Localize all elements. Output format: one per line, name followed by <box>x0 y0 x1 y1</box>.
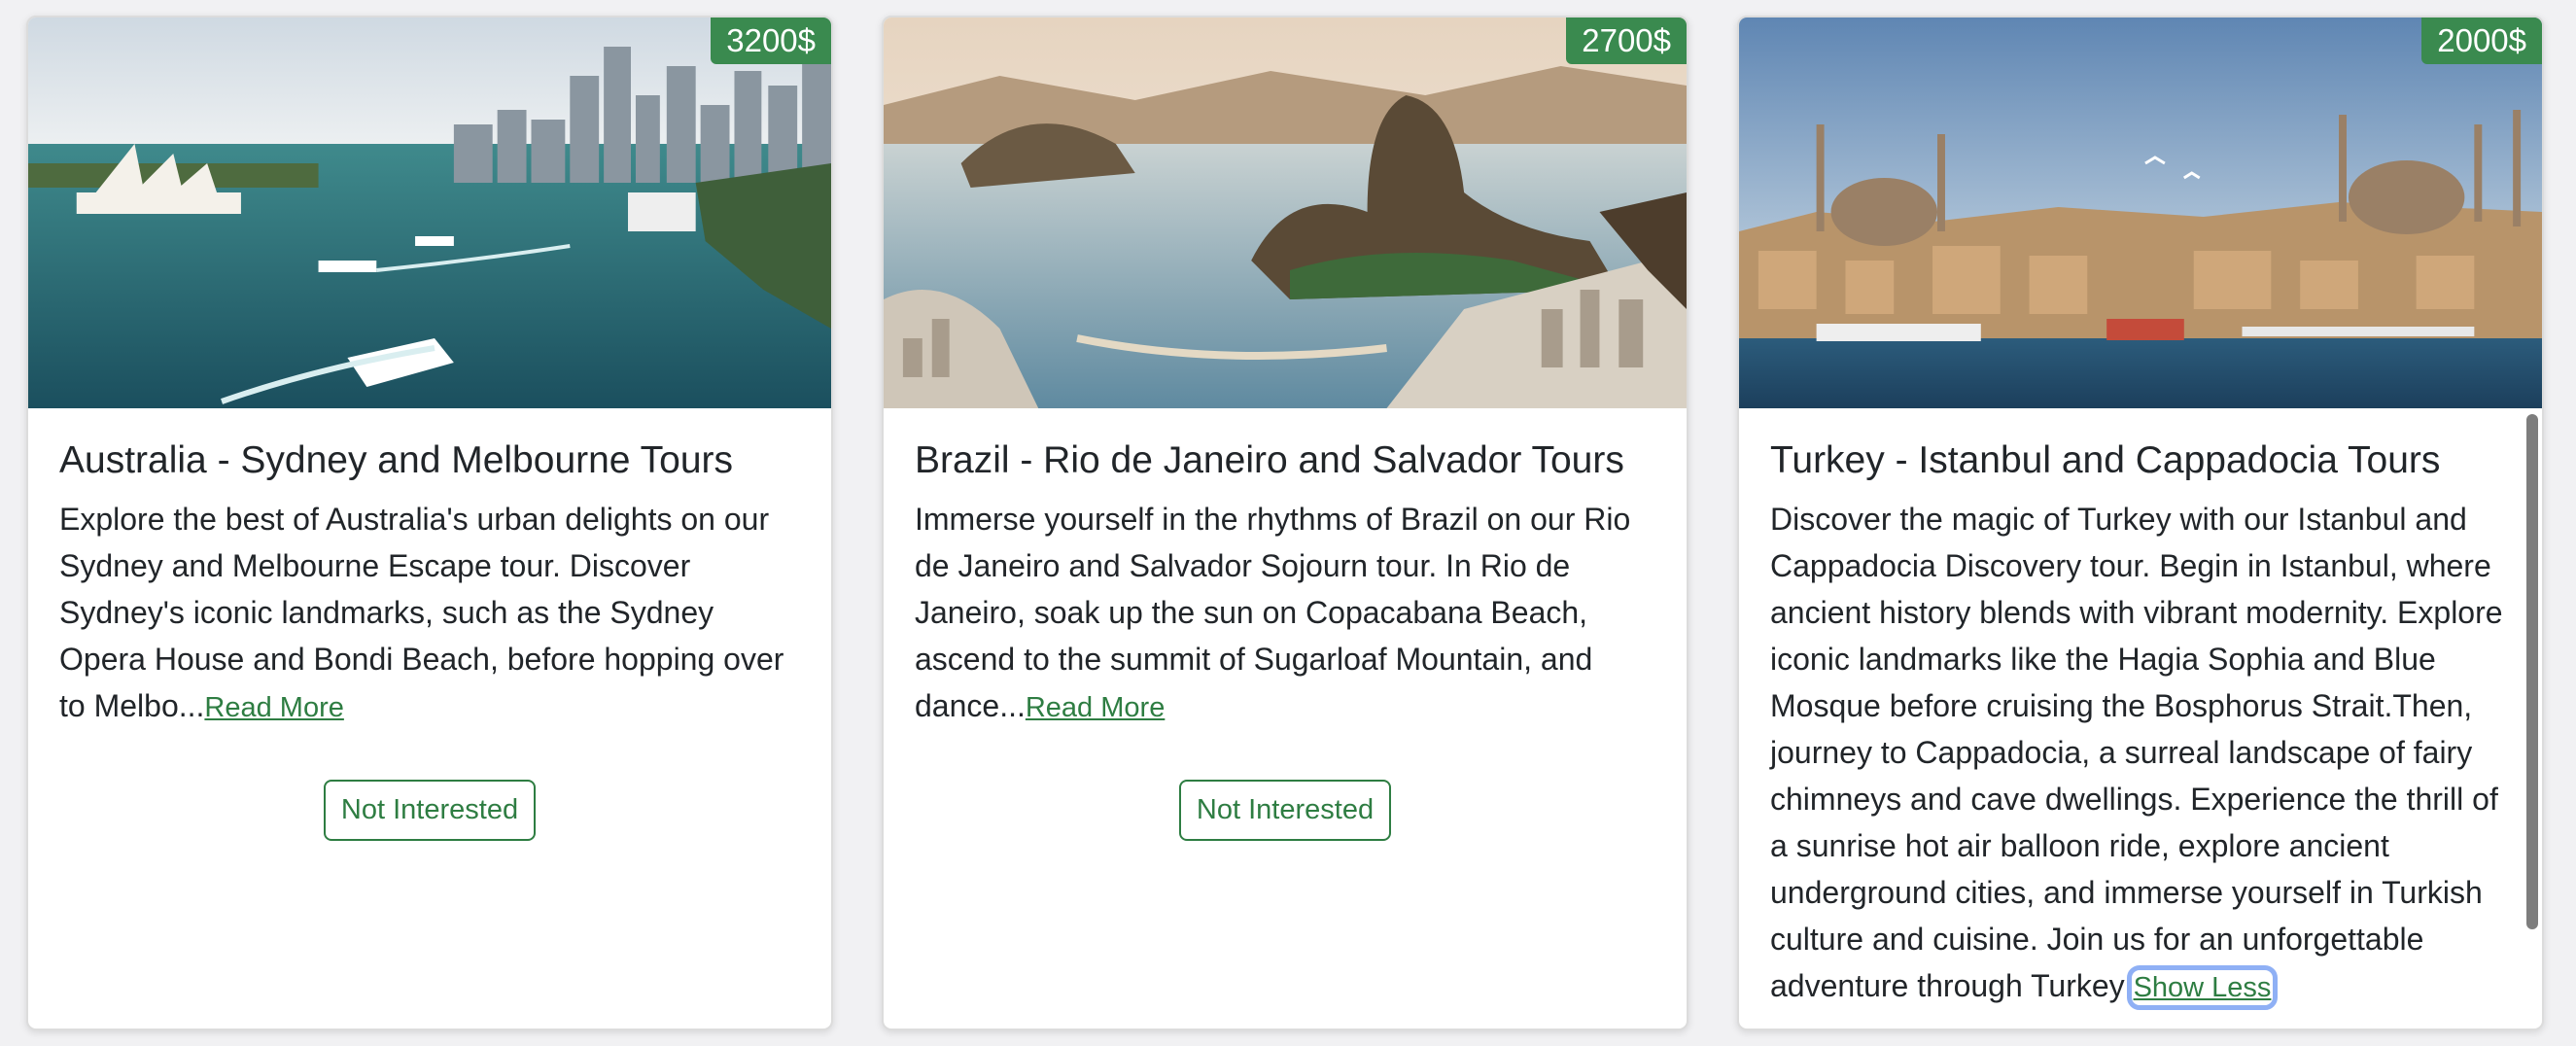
rio-sugarloaf-photo: 2700$ <box>884 17 1687 408</box>
price-badge: 3200$ <box>711 17 831 64</box>
tour-title: Turkey - Istanbul and Cappadocia Tours <box>1770 439 2441 481</box>
read-more-link[interactable]: Read More <box>204 692 343 723</box>
tour-card-brazil: 2700$ Brazil - Rio de Janeiro and Salvad… <box>882 16 1688 1030</box>
description-text: Discover the magic of Turkey with our Is… <box>1770 502 2503 1003</box>
price-badge: 2700$ <box>1566 17 1687 64</box>
tour-cards-grid: 3200$ Australia - Sydney and Melbourne T… <box>0 0 2576 1046</box>
not-interested-button[interactable]: Not Interested <box>323 780 537 841</box>
tour-description: Discover the magic of Turkey with our Is… <box>1770 496 2511 1011</box>
tour-description: Immerse yourself in the rhythms of Brazi… <box>915 496 1655 731</box>
tour-card-turkey: 2000$ Turkey - Istanbul and Cappadocia T… <box>1737 16 2544 1030</box>
tour-description: Explore the best of Australia's urban de… <box>59 496 800 731</box>
show-less-link[interactable]: Show Less <box>2126 965 2279 1010</box>
tour-title: Australia - Sydney and Melbourne Tours <box>59 439 733 481</box>
price-badge: 2000$ <box>2421 17 2542 64</box>
sydney-harbour-photo: 3200$ <box>28 17 831 408</box>
tour-card-australia: 3200$ Australia - Sydney and Melbourne T… <box>26 16 833 1030</box>
description-text: Explore the best of Australia's urban de… <box>59 502 784 723</box>
not-interested-button[interactable]: Not Interested <box>1178 780 1392 841</box>
istanbul-skyline-photo: 2000$ <box>1739 17 2542 408</box>
card-scrollbar[interactable] <box>2526 414 2538 929</box>
read-more-link[interactable]: Read More <box>1026 692 1165 723</box>
tour-title: Brazil - Rio de Janeiro and Salvador Tou… <box>915 439 1624 481</box>
description-text: Immerse yourself in the rhythms of Brazi… <box>915 502 1631 723</box>
